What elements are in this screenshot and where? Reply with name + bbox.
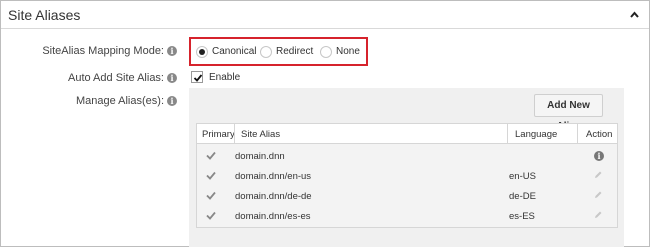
- check-icon: [206, 211, 216, 220]
- table-row[interactable]: domain.dnn/en-us en-US: [197, 166, 617, 186]
- section-header[interactable]: Site Aliases: [1, 1, 649, 29]
- column-divider: [577, 124, 578, 144]
- language-cell: es-ES: [509, 211, 535, 222]
- radio-redirect-label[interactable]: Redirect: [276, 46, 313, 57]
- site-alias-cell: domain.dnn/es-es: [235, 211, 311, 222]
- section-title: Site Aliases: [8, 7, 81, 23]
- pencil-icon[interactable]: [593, 210, 603, 220]
- info-icon[interactable]: i: [167, 73, 177, 83]
- chevron-up-icon[interactable]: [630, 11, 639, 18]
- info-icon[interactable]: i: [167, 46, 177, 56]
- check-icon: [206, 151, 216, 160]
- site-alias-cell: domain.dnn/en-us: [235, 171, 312, 182]
- pencil-icon[interactable]: [593, 190, 603, 200]
- alias-table: Primary Site Alias Language Action domai…: [196, 123, 618, 228]
- column-divider: [507, 124, 508, 144]
- manage-alias-label: Manage Alias(es):: [75, 95, 164, 107]
- column-header-language: Language: [515, 129, 558, 140]
- site-alias-cell: domain.dnn/de-de: [235, 191, 312, 202]
- add-new-alias-button[interactable]: Add New Alias: [534, 94, 603, 132]
- radio-none-label[interactable]: None: [336, 46, 360, 57]
- radio-canonical-label[interactable]: Canonical: [212, 46, 256, 57]
- check-icon: [206, 191, 216, 200]
- mapping-mode-label: SiteAlias Mapping Mode:: [42, 45, 164, 57]
- radio-canonical[interactable]: [196, 46, 208, 58]
- radio-none[interactable]: [320, 46, 332, 58]
- checkmark-icon: [193, 74, 203, 82]
- site-alias-cell: domain.dnn: [235, 151, 285, 162]
- check-icon: [206, 171, 216, 180]
- enable-label[interactable]: Enable: [209, 72, 240, 83]
- table-row[interactable]: domain.dnn/de-de de-DE: [197, 186, 617, 206]
- table-row[interactable]: domain.dnn/es-es es-ES: [197, 206, 617, 226]
- info-icon[interactable]: i: [167, 96, 177, 106]
- table-header-row: Primary Site Alias Language Action: [197, 124, 617, 144]
- enable-checkbox[interactable]: [191, 71, 203, 83]
- radio-redirect[interactable]: [260, 46, 272, 58]
- language-cell: de-DE: [509, 191, 536, 202]
- column-header-action: Action: [586, 129, 613, 140]
- column-header-site-alias: Site Alias: [241, 129, 281, 140]
- pencil-icon[interactable]: [593, 170, 603, 180]
- column-divider: [234, 124, 235, 144]
- column-header-primary: Primary: [202, 129, 235, 140]
- table-row[interactable]: domain.dnn i: [197, 146, 617, 166]
- info-icon[interactable]: i: [594, 151, 604, 161]
- language-cell: en-US: [509, 171, 536, 182]
- auto-add-label: Auto Add Site Alias:: [67, 72, 164, 84]
